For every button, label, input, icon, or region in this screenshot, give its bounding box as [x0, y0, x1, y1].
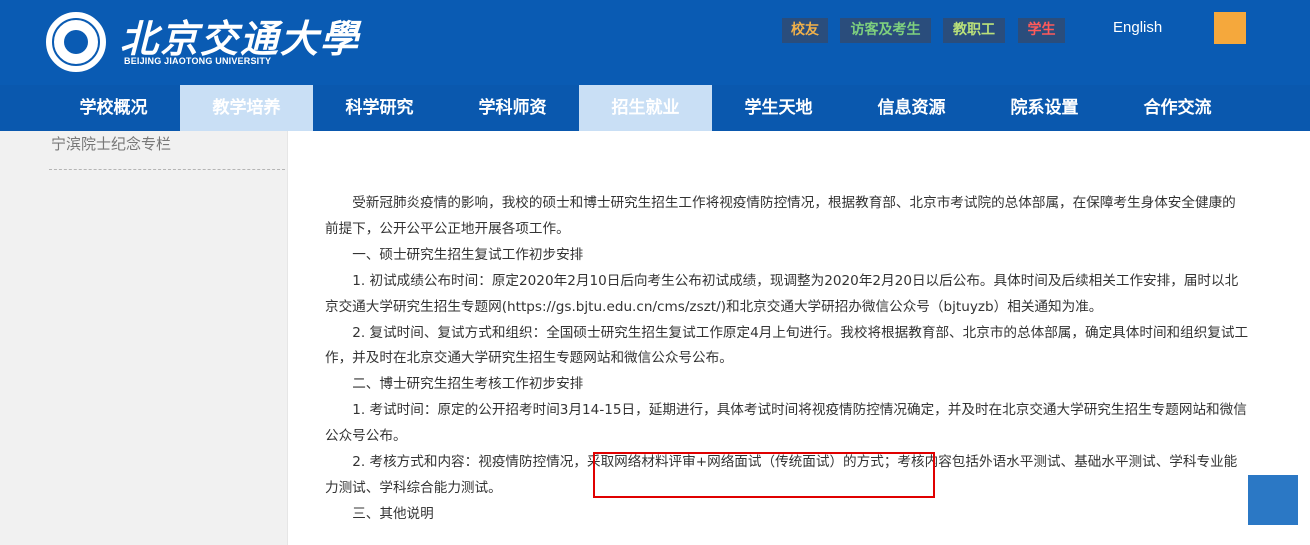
- article-paragraph: 受新冠肺炎疫情的影响，我校的硕士和博士研究生招生工作将视疫情防控情况，根据教育部…: [325, 195, 1236, 237]
- nav-item-about[interactable]: 学校概况: [47, 85, 180, 131]
- header-bar: 北京交通大學 BEIJING JIAOTONG UNIVERSITY 校友 访客…: [0, 0, 1310, 85]
- english-link[interactable]: English: [1113, 19, 1162, 36]
- article-paragraph: 1. 考试时间：原定的公开招考时间3月14-15日，延期进行，具体考试时间将视疫…: [325, 402, 1247, 445]
- nav-item-faculty[interactable]: 学科师资: [446, 85, 579, 131]
- logo-chinese-name[interactable]: 北京交通大學: [120, 8, 360, 63]
- sidebar-item-memorial[interactable]: 宁滨院士纪念专栏: [51, 133, 171, 154]
- article-paragraph: 1. 初试成绩公布时间：原定2020年2月10日后向考生公布初试成绩，现调整为2…: [325, 272, 1239, 315]
- section-heading: 一、硕士研究生招生复试工作初步安排: [352, 246, 584, 263]
- nav-item-resources[interactable]: 信息资源: [845, 85, 978, 131]
- top-link-staff[interactable]: 教职工: [943, 18, 1005, 43]
- logo-english-name[interactable]: BEIJING JIAOTONG UNIVERSITY: [124, 56, 271, 66]
- sidebar-divider: [49, 169, 285, 170]
- section-heading: 二、博士研究生招生考核工作初步安排: [352, 376, 584, 393]
- university-seal-icon[interactable]: [46, 12, 106, 72]
- seal-core: [64, 30, 88, 54]
- nav-item-admissions[interactable]: 招生就业: [579, 85, 712, 131]
- nav-item-cooperation[interactable]: 合作交流: [1111, 85, 1244, 131]
- main-nav: 学校概况 教学培养 科学研究 学科师资 招生就业 学生天地 信息资源 院系设置 …: [0, 85, 1310, 131]
- menu-icon[interactable]: [1214, 12, 1246, 44]
- sidebar: 宁滨院士纪念专栏: [0, 131, 287, 545]
- nav-item-student-life[interactable]: 学生天地: [712, 85, 845, 131]
- article-paragraph: 2. 复试时间、复试方式和组织：全国硕士研究生招生复试工作原定4月上旬进行。我校…: [325, 324, 1249, 367]
- back-to-top-button[interactable]: [1248, 475, 1298, 525]
- top-link-students[interactable]: 学生: [1018, 18, 1065, 43]
- section-heading: 三、其他说明: [352, 505, 434, 522]
- nav-item-departments[interactable]: 院系设置: [978, 85, 1111, 131]
- nav-item-research[interactable]: 科学研究: [313, 85, 446, 131]
- highlight-annotation: [593, 452, 935, 498]
- content-divider: [287, 131, 288, 545]
- nav-item-teaching[interactable]: 教学培养: [180, 85, 313, 131]
- top-link-alumni[interactable]: 校友: [782, 18, 828, 43]
- top-link-visitors[interactable]: 访客及考生: [840, 18, 931, 43]
